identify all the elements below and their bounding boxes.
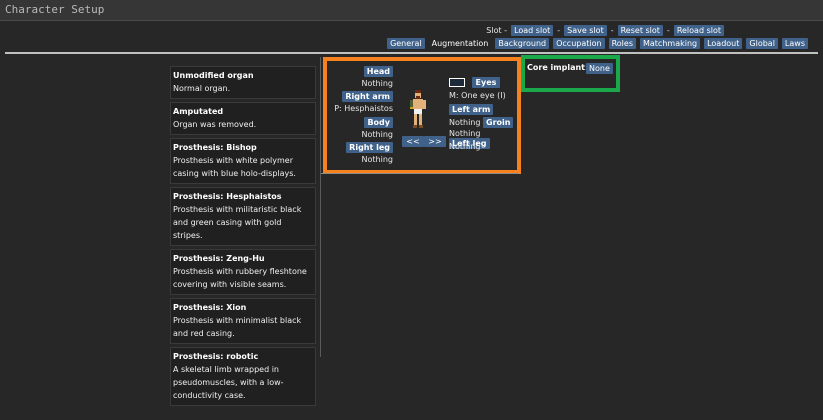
next-direction-button[interactable]: >> xyxy=(424,136,446,147)
head-button[interactable]: Head xyxy=(363,66,393,77)
organ-option-name: Prosthesis: Xion xyxy=(173,303,247,312)
reload-slot-button[interactable]: Reload slot xyxy=(673,25,724,36)
organ-option-xion[interactable]: Prosthesis: Xion Prosthesis with minimal… xyxy=(170,298,316,344)
tab-background[interactable]: Background xyxy=(495,38,550,49)
header-divider xyxy=(5,52,818,54)
organ-option-bishop[interactable]: Prosthesis: Bishop Prosthesis with white… xyxy=(170,138,316,184)
right-leg-button[interactable]: Right leg xyxy=(346,142,393,153)
tab-augmentation[interactable]: Augmentation xyxy=(429,38,492,49)
tab-roles[interactable]: Roles xyxy=(608,38,636,49)
groin-button[interactable]: Groin xyxy=(483,117,514,128)
organ-option-desc: A skeletal limb wrapped in pseudomuscles… xyxy=(173,365,284,400)
organ-option-amputated[interactable]: Amputated Organ was removed. xyxy=(170,102,316,135)
organ-option-name: Unmodified organ xyxy=(173,71,254,80)
left-arm-value: Nothing xyxy=(449,118,481,127)
head-value-wrap: Nothing xyxy=(362,79,393,88)
tab-bar: General Augmentation Background Occupati… xyxy=(387,38,808,49)
eye-color-swatch[interactable] xyxy=(449,78,465,87)
slot-row: Slot - Load slot - Save slot - Reset slo… xyxy=(486,25,724,36)
organ-options-list: Unmodified organ Normal organ. Amputated… xyxy=(170,66,316,409)
tab-laws[interactable]: Laws xyxy=(781,38,808,49)
body-parts-panel: Head Nothing Right arm P: Hesphaistos Bo… xyxy=(323,57,521,174)
slot-label: Slot - xyxy=(486,26,508,35)
slot-separator: - xyxy=(557,26,561,35)
organ-option-name: Prosthesis: Bishop xyxy=(173,143,257,152)
organ-option-desc: Prosthesis with rubbery fleshtone coveri… xyxy=(173,267,307,289)
tab-loadout[interactable]: Loadout xyxy=(704,38,743,49)
load-slot-button[interactable]: Load slot xyxy=(511,25,554,36)
right-leg-value-wrap: Nothing xyxy=(362,155,393,164)
right-leg-value: Nothing xyxy=(361,155,393,164)
body-slot: Body xyxy=(364,117,393,128)
prev-direction-button[interactable]: << xyxy=(402,136,424,147)
organ-option-desc: Prosthesis with white polymer casing wit… xyxy=(173,156,296,178)
title-bar: Character Setup xyxy=(0,0,823,21)
right-arm-value: P: Hesphaistos xyxy=(334,104,393,113)
slot-separator: - xyxy=(610,26,614,35)
organ-option-desc: Prosthesis with militaristic black and g… xyxy=(173,205,302,240)
body-value: Nothing xyxy=(361,130,393,139)
groin-slot: Nothing Groin xyxy=(449,117,514,128)
organ-option-name: Amputated xyxy=(173,107,224,116)
organ-option-name: Prosthesis: Zeng-Hu xyxy=(173,254,265,263)
left-arm-slot: Left arm xyxy=(449,104,494,115)
eyes-value: M: One eye (I) xyxy=(449,91,506,100)
right-leg-slot: Right leg xyxy=(346,142,393,153)
tab-matchmaking[interactable]: Matchmaking xyxy=(639,38,701,49)
tab-global[interactable]: Global xyxy=(746,38,778,49)
right-arm-slot: Right arm xyxy=(342,91,393,102)
head-slot: Head xyxy=(363,66,393,77)
core-implant-label: Core implant: xyxy=(527,63,589,72)
left-leg-value-wrap: Nothing xyxy=(449,142,480,151)
save-slot-button[interactable]: Save slot xyxy=(564,25,607,36)
organ-option-hesphaistos[interactable]: Prosthesis: Hesphaistos Prosthesis with … xyxy=(170,187,316,246)
core-implant-button[interactable]: None xyxy=(586,63,613,74)
organ-option-desc: Prosthesis with minimalist black and red… xyxy=(173,316,302,338)
left-arm-button[interactable]: Left arm xyxy=(449,104,494,115)
left-leg-value: Nothing xyxy=(449,142,481,151)
eyes-slot: Eyes xyxy=(449,77,501,88)
eyes-value-wrap: M: One eye (I) xyxy=(449,91,506,100)
head-value: Nothing xyxy=(361,79,393,88)
organ-option-desc: Organ was removed. xyxy=(173,120,257,129)
panel-divider xyxy=(321,173,519,174)
character-sprite-icon xyxy=(410,90,426,128)
organ-option-desc: Normal organ. xyxy=(173,84,231,93)
body-button[interactable]: Body xyxy=(364,117,393,128)
right-arm-value-wrap: P: Hesphaistos xyxy=(334,104,393,113)
column-divider xyxy=(320,57,321,357)
organ-option-robotic[interactable]: Prosthesis: robotic A skeletal limb wrap… xyxy=(170,347,316,406)
tab-occupation[interactable]: Occupation xyxy=(553,38,605,49)
core-implant-box: Core implant: None xyxy=(521,55,620,92)
groin-value: Nothing xyxy=(449,129,481,138)
organ-option-name: Prosthesis: Hesphaistos xyxy=(173,192,282,201)
reset-slot-button[interactable]: Reset slot xyxy=(617,25,663,36)
slot-separator: - xyxy=(666,26,670,35)
tab-general[interactable]: General xyxy=(387,38,425,49)
organ-option-zeng-hu[interactable]: Prosthesis: Zeng-Hu Prosthesis with rubb… xyxy=(170,249,316,295)
window-title: Character Setup xyxy=(5,3,105,16)
organ-option-name: Prosthesis: robotic xyxy=(173,352,259,361)
body-value-wrap: Nothing xyxy=(362,130,393,139)
organ-option-unmodified[interactable]: Unmodified organ Normal organ. xyxy=(170,66,316,99)
eyes-button[interactable]: Eyes xyxy=(471,77,501,88)
right-arm-button[interactable]: Right arm xyxy=(342,91,393,102)
